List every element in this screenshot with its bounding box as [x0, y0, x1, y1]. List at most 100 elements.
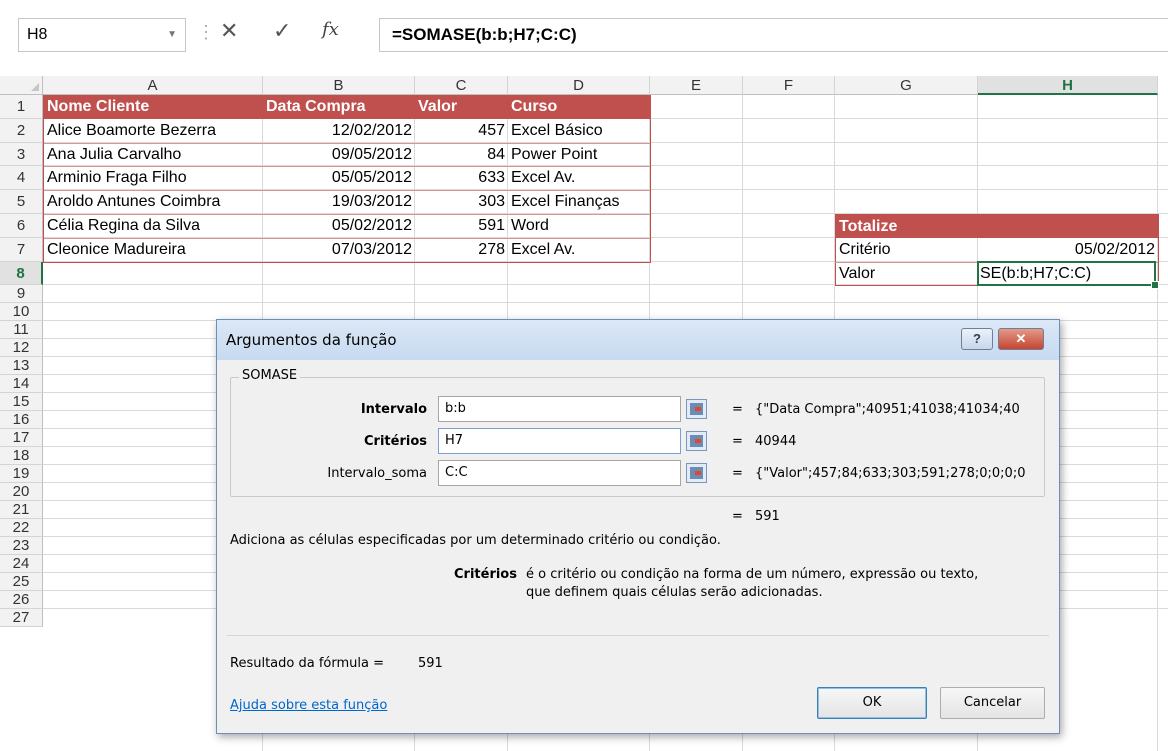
arg-label-criterios: Critérios — [364, 434, 427, 449]
close-icon[interactable]: ✕ — [998, 328, 1044, 350]
arg-result-intervalo-soma: {"Valor";457;84;633;303;591;278;0;0;0;0 — [755, 466, 1026, 481]
formula-bar: H8 ▼ ⋮ ✕ ✓ fx =SOMASE(b:b;H7;C:C) — [0, 0, 1168, 67]
column-header-a[interactable]: A — [43, 76, 263, 95]
valor-label[interactable]: Valor — [836, 262, 978, 285]
table-cell[interactable]: Cleonice Madureira — [44, 238, 263, 262]
row-header-15[interactable]: 15 — [0, 393, 43, 411]
table-cell[interactable]: Ana Julia Carvalho — [44, 143, 263, 166]
column-header-d[interactable]: D — [508, 76, 650, 95]
row-header-4[interactable]: 4 — [0, 166, 43, 190]
totalize-header[interactable]: Totalize — [835, 214, 1158, 238]
table-cell[interactable]: Arminio Fraga Filho — [44, 166, 263, 190]
table-header-valor[interactable]: Valor — [415, 95, 508, 119]
table-cell[interactable]: Excel Básico — [508, 119, 650, 143]
table-cell[interactable]: Célia Regina da Silva — [44, 214, 263, 238]
table-cell[interactable]: 591 — [415, 214, 508, 238]
intervalo-soma-input[interactable]: C:C — [438, 460, 681, 486]
row-header-25[interactable]: 25 — [0, 573, 43, 591]
table-cell[interactable]: 303 — [415, 190, 508, 214]
dialog-title[interactable]: Argumentos da função — [217, 320, 1059, 360]
table-header-nome[interactable]: Nome Cliente — [44, 95, 263, 119]
table-cell[interactable]: Word — [508, 214, 650, 238]
table-cell[interactable]: 457 — [415, 119, 508, 143]
row-header-6[interactable]: 6 — [0, 214, 43, 238]
cancel-button[interactable]: Cancelar — [940, 687, 1045, 719]
intervalo-input[interactable]: b:b — [438, 396, 681, 422]
column-header-f[interactable]: F — [743, 76, 835, 95]
insert-function-icon[interactable]: fx — [322, 19, 339, 40]
table-cell[interactable]: 05/02/2012 — [263, 214, 415, 238]
formula-input[interactable]: =SOMASE(b:b;H7;C:C) — [379, 18, 1168, 52]
row-header-23[interactable]: 23 — [0, 537, 43, 555]
row-header-8[interactable]: 8 — [0, 262, 43, 285]
arg-help-name: Critérios — [454, 567, 517, 582]
row-header-11[interactable]: 11 — [0, 321, 43, 339]
table-cell[interactable]: 633 — [415, 166, 508, 190]
row-header-16[interactable]: 16 — [0, 411, 43, 429]
column-header-g[interactable]: G — [835, 76, 978, 95]
table-cell[interactable]: Excel Av. — [508, 238, 650, 262]
table-header-data[interactable]: Data Compra — [263, 95, 415, 119]
collapse-dialog-icon[interactable] — [686, 399, 707, 419]
collapse-dialog-icon[interactable] — [686, 431, 707, 451]
table-cell[interactable]: 84 — [415, 143, 508, 166]
chevron-down-icon[interactable]: ▼ — [167, 19, 177, 51]
table-cell[interactable]: Excel Av. — [508, 166, 650, 190]
table-cell[interactable]: 278 — [415, 238, 508, 262]
confirm-entry-icon[interactable]: ✓ — [273, 18, 291, 44]
help-link[interactable]: Ajuda sobre esta função — [230, 698, 387, 713]
row-header-12[interactable]: 12 — [0, 339, 43, 357]
table-cell[interactable]: 07/03/2012 — [263, 238, 415, 262]
row-header-18[interactable]: 18 — [0, 447, 43, 465]
row-header-7[interactable]: 7 — [0, 238, 43, 262]
ok-button[interactable]: OK — [817, 687, 927, 719]
table-cell[interactable]: 05/05/2012 — [263, 166, 415, 190]
arg-label-intervalo-soma: Intervalo_soma — [327, 466, 427, 481]
row-header-1[interactable]: 1 — [0, 95, 43, 119]
row-header-14[interactable]: 14 — [0, 375, 43, 393]
table-cell[interactable]: 12/02/2012 — [263, 119, 415, 143]
table-cell[interactable]: Aroldo Antunes Coimbra — [44, 190, 263, 214]
table-header-curso[interactable]: Curso — [508, 95, 650, 119]
help-icon[interactable]: ? — [961, 328, 993, 350]
arg-label-intervalo: Intervalo — [360, 402, 427, 417]
column-header-c[interactable]: C — [415, 76, 508, 95]
select-all-corner[interactable] — [0, 76, 43, 95]
arg-equals: = — [732, 466, 743, 481]
name-box[interactable]: H8 ▼ — [18, 18, 186, 52]
criterio-value[interactable]: 05/02/2012 — [978, 238, 1158, 262]
arg-equals: = — [732, 434, 743, 449]
row-header-3[interactable]: 3 — [0, 143, 43, 166]
row-header-22[interactable]: 22 — [0, 519, 43, 537]
row-header-24[interactable]: 24 — [0, 555, 43, 573]
cancel-entry-icon[interactable]: ✕ — [220, 18, 238, 44]
row-header-13[interactable]: 13 — [0, 357, 43, 375]
table-cell[interactable]: Excel Finanças — [508, 190, 650, 214]
arg-result-criterios: 40944 — [755, 434, 797, 449]
row-header-17[interactable]: 17 — [0, 429, 43, 447]
row-header-9[interactable]: 9 — [0, 285, 43, 303]
row-header-27[interactable]: 27 — [0, 609, 43, 627]
row-header-2[interactable]: 2 — [0, 119, 43, 143]
arg-help-text: é o critério ou condição na forma de um … — [526, 567, 979, 582]
row-header-5[interactable]: 5 — [0, 190, 43, 214]
criterios-input[interactable]: H7 — [438, 428, 681, 454]
table-cell[interactable]: 19/03/2012 — [263, 190, 415, 214]
row-header-26[interactable]: 26 — [0, 591, 43, 609]
formula-result-label: Resultado da fórmula = — [230, 656, 384, 671]
formula-result-value: 591 — [418, 656, 443, 671]
row-header-20[interactable]: 20 — [0, 483, 43, 501]
criterio-label[interactable]: Critério — [836, 238, 978, 262]
row-header-19[interactable]: 19 — [0, 465, 43, 483]
row-header-10[interactable]: 10 — [0, 303, 43, 321]
collapse-dialog-icon[interactable] — [686, 463, 707, 483]
row-header-21[interactable]: 21 — [0, 501, 43, 519]
arg-result-intervalo: {"Data Compra";40951;41038;41034;40 — [755, 402, 1020, 417]
table-cell[interactable]: Alice Boamorte Bezerra — [44, 119, 263, 143]
column-header-h[interactable]: H — [978, 76, 1158, 95]
function-result-equals: = — [732, 509, 743, 524]
table-cell[interactable]: 09/05/2012 — [263, 143, 415, 166]
column-header-b[interactable]: B — [263, 76, 415, 95]
table-cell[interactable]: Power Point — [508, 143, 650, 166]
column-header-e[interactable]: E — [650, 76, 743, 95]
